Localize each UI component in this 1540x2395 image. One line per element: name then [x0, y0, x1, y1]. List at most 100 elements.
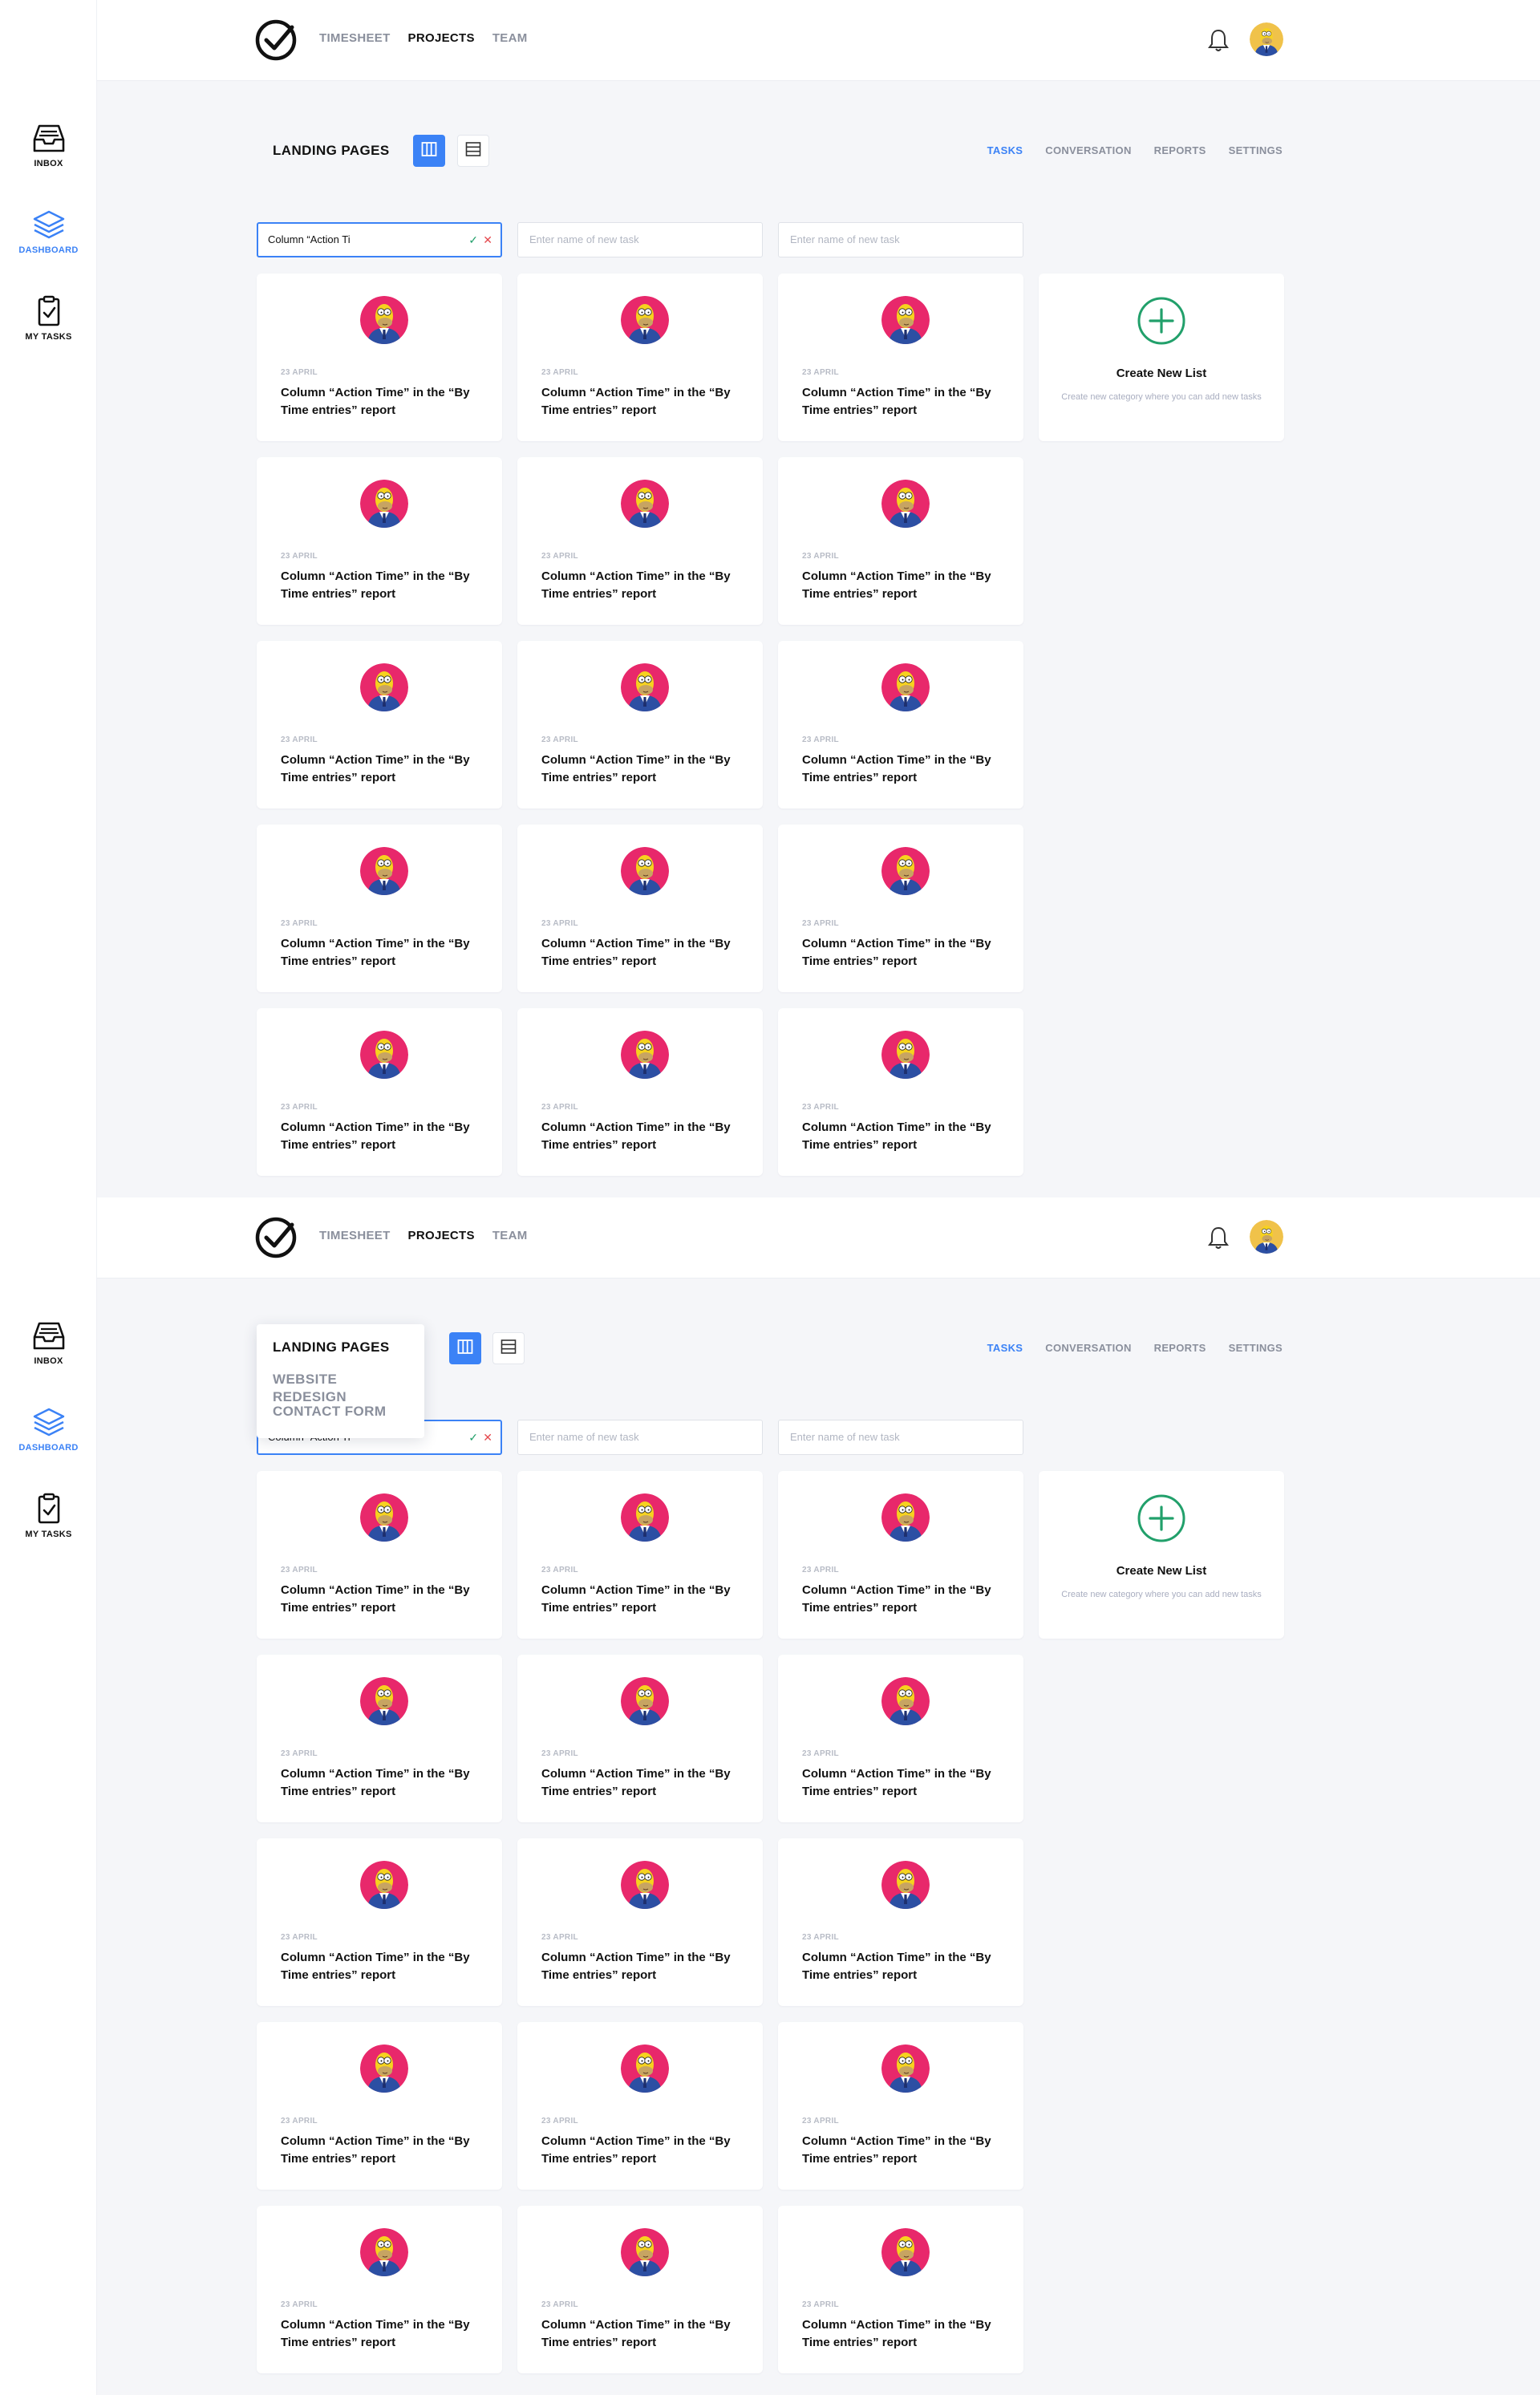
- task-card[interactable]: 23 APRIL Column “Action Time” in the “By …: [517, 1008, 763, 1176]
- tab-reports[interactable]: REPORTS: [1154, 144, 1206, 156]
- task-card[interactable]: 23 APRIL Column “Action Time” in the “By …: [517, 641, 763, 808]
- new-task-input[interactable]: Enter name of new task: [517, 222, 763, 257]
- tab-conversation[interactable]: CONVERSATION: [1045, 1342, 1131, 1354]
- sidebar: INBOX DASHBOARD MY TASKS: [0, 1198, 97, 2395]
- tab-settings[interactable]: SETTINGS: [1229, 1342, 1283, 1354]
- task-date: 23 APRIL: [281, 1933, 318, 1942]
- task-card[interactable]: 23 APRIL Column “Action Time” in the “By …: [778, 2206, 1023, 2373]
- board-view-button[interactable]: [449, 1332, 481, 1364]
- app-logo-check-icon[interactable]: [253, 18, 298, 63]
- project-option[interactable]: LANDING PAGES: [273, 1339, 408, 1371]
- task-card[interactable]: 23 APRIL Column “Action Time” in the “By …: [257, 1008, 502, 1176]
- nav-projects[interactable]: PROJECTS: [408, 1229, 475, 1242]
- confirm-check-icon[interactable]: ✓: [468, 1421, 478, 1453]
- task-card[interactable]: 23 APRIL Column “Action Time” in the “By …: [778, 1655, 1023, 1822]
- task-card[interactable]: 23 APRIL Column “Action Time” in the “By …: [778, 1008, 1023, 1176]
- assignee-avatar: [881, 296, 930, 344]
- nav-timesheet[interactable]: TIMESHEET: [319, 1229, 391, 1242]
- project-title[interactable]: LANDING PAGES: [273, 143, 390, 159]
- assignee-avatar: [881, 1493, 930, 1542]
- task-card[interactable]: 23 APRIL Column “Action Time” in the “By …: [517, 2206, 763, 2373]
- tab-settings[interactable]: SETTINGS: [1229, 144, 1283, 156]
- task-card[interactable]: 23 APRIL Column “Action Time” in the “By …: [257, 274, 502, 441]
- task-card[interactable]: 23 APRIL Column “Action Time” in the “By …: [517, 1838, 763, 2006]
- sidebar-item-dashboard[interactable]: DASHBOARD: [0, 209, 97, 255]
- task-card[interactable]: 23 APRIL Column “Action Time” in the “By …: [257, 641, 502, 808]
- task-date: 23 APRIL: [541, 2117, 578, 2126]
- tab-tasks[interactable]: TASKS: [987, 144, 1023, 156]
- sidebar-item-label: DASHBOARD: [18, 1443, 79, 1453]
- assignee-avatar: [881, 2044, 930, 2093]
- task-card[interactable]: 23 APRIL Column “Action Time” in the “By …: [257, 825, 502, 992]
- notification-bell-icon[interactable]: [1206, 1225, 1230, 1250]
- task-title: Column “Action Time” in the “By Time ent…: [541, 753, 731, 784]
- task-title: Column “Action Time” in the “By Time ent…: [281, 569, 470, 601]
- task-card[interactable]: 23 APRIL Column “Action Time” in the “By …: [517, 2022, 763, 2190]
- assignee-avatar: [621, 480, 669, 528]
- task-title: Column “Action Time” in the “By Time ent…: [541, 1583, 731, 1615]
- add-circle-icon: [1137, 1493, 1186, 1543]
- notification-bell-icon[interactable]: [1206, 27, 1230, 53]
- list-view-button[interactable]: [457, 135, 489, 167]
- sidebar-item-inbox[interactable]: INBOX: [0, 122, 97, 168]
- task-date: 23 APRIL: [802, 2117, 839, 2126]
- confirm-check-icon[interactable]: ✓: [468, 224, 478, 256]
- task-card[interactable]: 23 APRIL Column “Action Time” in the “By …: [778, 457, 1023, 625]
- tab-reports[interactable]: REPORTS: [1154, 1342, 1206, 1354]
- assignee-avatar: [621, 1493, 669, 1542]
- board-view-button[interactable]: [413, 135, 445, 167]
- task-date: 23 APRIL: [541, 919, 578, 928]
- task-card[interactable]: 23 APRIL Column “Action Time” in the “By …: [778, 641, 1023, 808]
- assignee-avatar: [621, 847, 669, 895]
- app-logo-check-icon[interactable]: [253, 1215, 298, 1260]
- sidebar-item-dashboard[interactable]: DASHBOARD: [0, 1406, 97, 1453]
- create-new-list-card[interactable]: Create New List Create new category where…: [1039, 1471, 1284, 1639]
- user-avatar[interactable]: [1250, 22, 1283, 56]
- tab-tasks[interactable]: TASKS: [987, 1342, 1023, 1354]
- task-card[interactable]: 23 APRIL Column “Action Time” in the “By …: [257, 2206, 502, 2373]
- task-title: Column “Action Time” in the “By Time ent…: [802, 937, 991, 968]
- sidebar-item-my-tasks[interactable]: MY TASKS: [0, 295, 97, 342]
- task-card[interactable]: 23 APRIL Column “Action Time” in the “By …: [778, 1471, 1023, 1639]
- nav-team[interactable]: TEAM: [492, 31, 528, 45]
- user-avatar[interactable]: [1250, 1220, 1283, 1254]
- project-option[interactable]: WEBSITE REDESIGN: [273, 1371, 408, 1404]
- sidebar-item-my-tasks[interactable]: MY TASKS: [0, 1493, 97, 1539]
- task-title: Column “Action Time” in the “By Time ent…: [541, 2318, 731, 2349]
- new-task-input[interactable]: Column “Action Ti ✓✕: [257, 222, 502, 257]
- task-card[interactable]: 23 APRIL Column “Action Time” in the “By …: [257, 2022, 502, 2190]
- cancel-x-icon[interactable]: ✕: [483, 224, 492, 256]
- task-card[interactable]: 23 APRIL Column “Action Time” in the “By …: [778, 1838, 1023, 2006]
- nav-projects[interactable]: PROJECTS: [408, 31, 475, 45]
- new-task-input[interactable]: Enter name of new task: [778, 222, 1023, 257]
- task-card[interactable]: 23 APRIL Column “Action Time” in the “By …: [778, 825, 1023, 992]
- task-card[interactable]: 23 APRIL Column “Action Time” in the “By …: [517, 1471, 763, 1639]
- task-card[interactable]: 23 APRIL Column “Action Time” in the “By …: [257, 1838, 502, 2006]
- task-card[interactable]: 23 APRIL Column “Action Time” in the “By …: [778, 274, 1023, 441]
- task-card[interactable]: 23 APRIL Column “Action Time” in the “By …: [257, 1655, 502, 1822]
- task-card[interactable]: 23 APRIL Column “Action Time” in the “By …: [517, 1655, 763, 1822]
- cancel-x-icon[interactable]: ✕: [483, 1421, 492, 1453]
- create-new-list-card[interactable]: Create New List Create new category where…: [1039, 274, 1284, 441]
- list-view-button[interactable]: [492, 1332, 525, 1364]
- task-card[interactable]: 23 APRIL Column “Action Time” in the “By …: [778, 2022, 1023, 2190]
- task-date: 23 APRIL: [281, 1566, 318, 1574]
- project-option[interactable]: CONTACT FORM: [273, 1403, 408, 1435]
- task-card[interactable]: 23 APRIL Column “Action Time” in the “By …: [257, 457, 502, 625]
- task-date: 23 APRIL: [541, 368, 578, 377]
- task-card[interactable]: 23 APRIL Column “Action Time” in the “By …: [517, 274, 763, 441]
- new-task-input[interactable]: Enter name of new task: [517, 1420, 763, 1455]
- new-task-input[interactable]: Enter name of new task: [778, 1420, 1023, 1455]
- assignee-avatar: [621, 2044, 669, 2093]
- task-card[interactable]: 23 APRIL Column “Action Time” in the “By …: [517, 825, 763, 992]
- screen-project-dropdown-open: INBOX DASHBOARD MY TASKS TIMESHEET PROJECTS T…: [0, 1198, 1540, 2395]
- nav-timesheet[interactable]: TIMESHEET: [319, 31, 391, 45]
- task-card[interactable]: 23 APRIL Column “Action Time” in the “By …: [257, 1471, 502, 1639]
- task-date: 23 APRIL: [281, 919, 318, 928]
- task-card[interactable]: 23 APRIL Column “Action Time” in the “By …: [517, 457, 763, 625]
- sidebar-item-inbox[interactable]: INBOX: [0, 1319, 97, 1366]
- task-date: 23 APRIL: [802, 2300, 839, 2309]
- tab-conversation[interactable]: CONVERSATION: [1045, 144, 1131, 156]
- nav-team[interactable]: TEAM: [492, 1229, 528, 1242]
- create-list-title: Create New List: [1116, 1564, 1207, 1578]
